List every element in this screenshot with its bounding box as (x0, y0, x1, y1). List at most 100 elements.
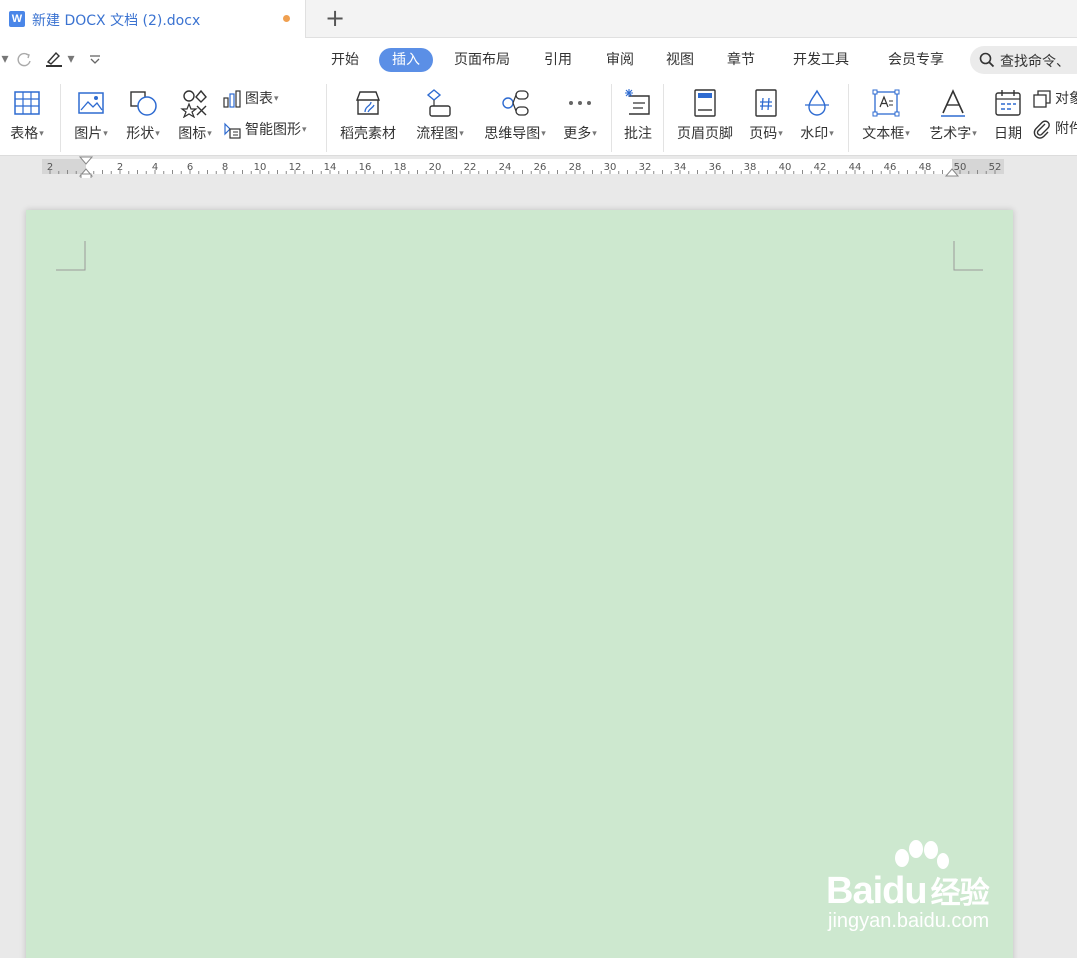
watermark-button[interactable]: 水印▾ (794, 86, 840, 150)
ruler-label: 16 (359, 162, 372, 173)
chevron-down-icon: ▾ (972, 129, 977, 139)
watermark-label: 水印 (800, 126, 829, 142)
page-number-label: 页码 (749, 126, 778, 142)
ruler-label: 2 (117, 162, 123, 173)
ruler-label: 10 (254, 162, 267, 173)
ruler-label: 36 (709, 162, 722, 173)
document-tab[interactable]: W 新建 DOCX 文档 (2).docx (0, 0, 306, 38)
ruler-label: 26 (534, 162, 547, 173)
menu-member-exclusive[interactable]: 会员专享 (879, 48, 953, 72)
command-search-box[interactable]: 查找命令、 (970, 46, 1077, 74)
chevron-down-icon: ▾ (459, 129, 464, 139)
picture-button[interactable]: 图片▾ (66, 86, 116, 150)
ruler-label: 46 (884, 162, 897, 173)
ruler-label: 12 (289, 162, 302, 173)
ruler-label: 44 (849, 162, 862, 173)
menu-review[interactable]: 审阅 (596, 48, 644, 72)
picture-icon (78, 92, 104, 114)
object-icon (1033, 90, 1051, 108)
header-footer-icon (694, 89, 716, 117)
icon-library-label: 图标 (178, 126, 207, 142)
chevron-down-icon: ▾ (155, 129, 160, 139)
attachment-label: 附件 (1055, 121, 1077, 137)
table-button[interactable]: 表格▾ (2, 86, 52, 150)
ruler-label: 34 (674, 162, 687, 173)
ruler-scale: 2 2 4 6 8 10 12 14 16 18 20 22 24 26 28 30 32 34 36 38 40 42 4… (42, 156, 1004, 178)
menu-view[interactable]: 视图 (656, 48, 704, 72)
margin-corner-top-left (56, 241, 86, 271)
menu-page-layout[interactable]: 页面布局 (446, 48, 518, 72)
chart-button[interactable]: 图表▾ (222, 88, 279, 110)
flowchart-icon (426, 89, 451, 117)
shape-icon (130, 91, 157, 116)
ruler-label: 32 (639, 162, 652, 173)
chevron-down-icon: ▾ (592, 129, 597, 139)
chevron-down-icon: ▾ (905, 129, 910, 139)
daoke-materials-button[interactable]: 稻壳素材 (334, 86, 402, 150)
chart-icon (223, 90, 241, 108)
menu-home[interactable]: 开始 (322, 48, 368, 72)
horizontal-ruler[interactable]: 2 2 4 6 8 10 12 14 16 18 20 22 24 26 28 30 32 34 36 38 40 42 4… (0, 156, 1077, 178)
chart-label: 图表 (245, 91, 273, 107)
more-button[interactable]: 更多▾ (556, 86, 604, 150)
insert-ribbon: 表格▾ 图片▾ 形状▾ 图标▾ 图表▾ 智能图形▾ 稻壳素材 流程图▾ 思维导图… (0, 80, 1077, 156)
ribbon-separator (60, 84, 61, 152)
flowchart-label: 流程图 (416, 126, 459, 142)
menu-developer-tools[interactable]: 开发工具 (784, 48, 858, 72)
ruler-label: 8 (222, 162, 228, 173)
customize-toolbar-icon[interactable] (87, 50, 103, 68)
object-label: 对象 (1055, 91, 1077, 107)
new-tab-button[interactable]: + (322, 6, 348, 32)
object-button[interactable]: 对象 (1032, 88, 1077, 110)
wps-writer-icon: W (9, 11, 25, 27)
flowchart-button[interactable]: 流程图▾ (408, 86, 472, 150)
menu-references[interactable]: 引用 (534, 48, 582, 72)
menu-section[interactable]: 章节 (717, 48, 765, 72)
calendar-icon (995, 90, 1021, 116)
comment-icon (625, 89, 650, 115)
materials-store-icon (355, 91, 381, 115)
smart-graphic-button[interactable]: 智能图形▾ (222, 119, 307, 141)
attachment-button[interactable]: 附件 (1032, 118, 1077, 140)
ruler-label: 30 (604, 162, 617, 173)
ruler-label: 24 (499, 162, 512, 173)
menu-insert[interactable]: 插入 (379, 48, 433, 72)
wordart-button[interactable]: 艺术字▾ (922, 86, 984, 150)
format-painter-icon[interactable] (44, 50, 66, 68)
ribbon-separator (848, 84, 849, 152)
chevron-down-icon: ▾ (103, 129, 108, 139)
more-dots-icon (569, 101, 591, 105)
ruler-label: 14 (324, 162, 337, 173)
icon-library-button[interactable]: 图标▾ (170, 86, 220, 150)
chevron-down-icon: ▾ (207, 129, 212, 139)
ribbon-separator (611, 84, 612, 152)
comment-label: 批注 (624, 126, 652, 142)
paperclip-icon (1033, 120, 1050, 139)
date-label: 日期 (994, 126, 1022, 142)
unsaved-indicator-icon (283, 15, 290, 22)
header-footer-label: 页眉页脚 (677, 126, 733, 142)
chevron-down-icon: ▾ (778, 129, 783, 139)
shape-button[interactable]: 形状▾ (118, 86, 168, 150)
mindmap-button[interactable]: 思维导图▾ (478, 86, 552, 150)
search-input: 查找命令、 (1000, 54, 1070, 70)
document-tab-title: 新建 DOCX 文档 (2).docx (32, 13, 201, 29)
textbox-button[interactable]: 文本框▾ (856, 86, 916, 150)
ruler-label: 40 (779, 162, 792, 173)
redo-icon[interactable] (16, 50, 34, 68)
ruler-label: 48 (919, 162, 932, 173)
smart-graphic-label: 智能图形 (245, 122, 301, 138)
ribbon-separator (326, 84, 327, 152)
header-footer-button[interactable]: 页眉页脚 (672, 86, 738, 150)
picture-label: 图片 (74, 126, 103, 142)
wordart-label: 艺术字 (929, 126, 972, 142)
comment-button[interactable]: 批注 (616, 86, 660, 150)
page-number-button[interactable]: 页码▾ (742, 86, 790, 150)
watermark-droplet-icon (805, 89, 829, 116)
date-button[interactable]: 日期 (988, 86, 1028, 150)
ruler-label: 20 (429, 162, 442, 173)
format-painter-dropdown-icon[interactable]: ▾ (66, 50, 76, 68)
dropdown-arrow-icon[interactable]: ▾ (0, 50, 10, 68)
chevron-down-icon: ▾ (541, 129, 546, 139)
ruler-label: 52 (989, 162, 1002, 173)
